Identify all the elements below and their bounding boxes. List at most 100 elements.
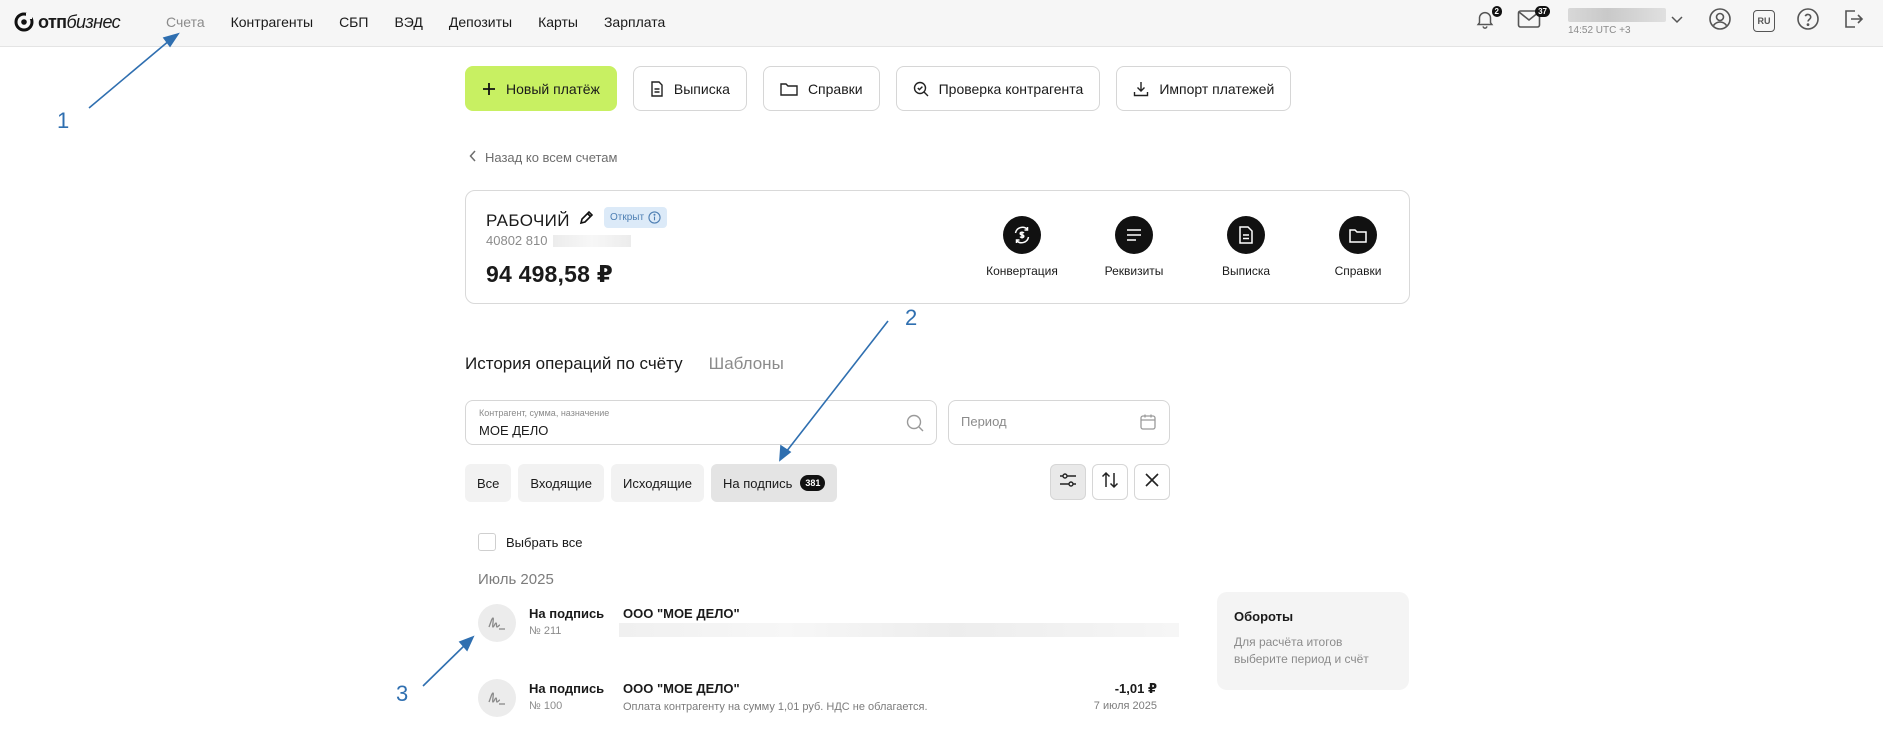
- account-name: РАБОЧИЙ: [486, 210, 570, 230]
- language-button[interactable]: RU: [1751, 8, 1777, 34]
- help-icon: [1796, 7, 1820, 36]
- account-title: РАБОЧИЙ: [486, 210, 594, 231]
- help-button[interactable]: [1795, 7, 1821, 36]
- back-to-accounts-link[interactable]: Назад ко всем счетам: [469, 150, 617, 165]
- nav-item-salary[interactable]: Зарплата: [604, 14, 665, 30]
- logo-text: отпбизнес: [38, 11, 121, 32]
- operation-purpose: Оплата контрагенту на сумму 1,01 руб. НД…: [623, 701, 928, 713]
- notifications-badge: 2: [1491, 6, 1502, 17]
- card-certificates-button[interactable]: Справки: [1302, 216, 1414, 278]
- filter-to-sign[interactable]: На подпись 381: [711, 464, 838, 502]
- nav-item-deposits[interactable]: Депозиты: [449, 14, 512, 30]
- annotation-arrow-1: [88, 39, 171, 109]
- tab-history[interactable]: История операций по счёту: [465, 354, 683, 374]
- status-label: Открыт: [610, 212, 645, 223]
- logout-button[interactable]: [1840, 8, 1866, 34]
- operation-filters: Все Входящие Исходящие На подпись 381: [465, 464, 844, 502]
- back-link-label: Назад ко всем счетам: [485, 150, 618, 165]
- new-payment-button[interactable]: Новый платёж: [465, 66, 617, 111]
- status-badge: Открыт: [604, 207, 668, 228]
- statement-label: Выписка: [673, 80, 730, 97]
- conversion-label: Конвертация: [986, 264, 1058, 278]
- operation-number: № 211: [529, 625, 562, 637]
- user-name-masked: [1568, 8, 1666, 22]
- main-navigation: Счета Контрагенты СБП ВЭД Депозиты Карты…: [166, 0, 691, 44]
- import-payments-label: Импорт платежей: [1159, 80, 1275, 97]
- select-all-label: Выбрать все: [506, 534, 583, 550]
- nav-item-counterparties[interactable]: Контрагенты: [231, 14, 313, 30]
- month-header: Июль 2025: [478, 571, 554, 588]
- certificates-button[interactable]: Справки: [762, 66, 880, 111]
- nav-item-cards[interactable]: Карты: [538, 14, 578, 30]
- filter-settings-button[interactable]: [1050, 464, 1086, 500]
- nav-item-ved[interactable]: ВЭД: [394, 14, 422, 30]
- messages-button[interactable]: 37: [1516, 6, 1550, 34]
- period-input[interactable]: [961, 414, 1131, 429]
- plus-icon: [482, 82, 496, 96]
- search-field[interactable]: Контрагент, сумма, назначение: [465, 400, 937, 445]
- operation-row[interactable]: На подпись № 211 ООО "МОЕ ДЕЛО": [478, 604, 1179, 664]
- nav-item-sbp[interactable]: СБП: [339, 14, 368, 30]
- operation-date: 7 июля 2025: [1093, 700, 1157, 712]
- check-counterparty-button[interactable]: Проверка контрагента: [895, 66, 1101, 111]
- card-statement-button[interactable]: Выписка: [1190, 216, 1302, 278]
- signature-icon: [478, 604, 516, 642]
- nav-item-accounts[interactable]: Счета: [166, 14, 205, 30]
- to-sign-count-badge: 381: [800, 475, 826, 491]
- conversion-button[interactable]: Конвертация: [966, 216, 1078, 278]
- conversion-icon: [1003, 216, 1041, 254]
- tab-templates[interactable]: Шаблоны: [709, 354, 784, 374]
- chevron-left-icon: [469, 150, 477, 165]
- sort-button[interactable]: [1092, 464, 1128, 500]
- card-certificates-label: Справки: [1334, 264, 1382, 278]
- filter-outgoing-label: Исходящие: [623, 475, 693, 491]
- otp-business-logo[interactable]: отпбизнес: [14, 11, 121, 33]
- annotation-number-3: 3: [396, 681, 409, 706]
- user-dropdown-button[interactable]: [1664, 8, 1690, 34]
- list-icon: [1115, 216, 1153, 254]
- calendar-icon[interactable]: [1139, 413, 1157, 436]
- import-payments-button[interactable]: Импорт платежей: [1116, 66, 1292, 111]
- annotation-number-2: 2: [905, 305, 918, 330]
- sort-arrows-icon: [1101, 471, 1119, 494]
- statement-button[interactable]: Выписка: [632, 66, 747, 111]
- document-icon: [1227, 216, 1265, 254]
- account-number: 40802 810: [486, 233, 632, 248]
- edit-name-button[interactable]: [578, 210, 594, 231]
- search-icon[interactable]: [906, 414, 924, 437]
- operation-details-masked: [619, 623, 1179, 637]
- notifications-button[interactable]: 2: [1472, 6, 1502, 34]
- operation-amount: -1,01 ₽: [1114, 681, 1157, 696]
- filter-outgoing[interactable]: Исходящие: [611, 464, 705, 502]
- period-field[interactable]: [948, 400, 1170, 445]
- operation-number: № 100: [529, 700, 563, 712]
- folder-icon: [1339, 216, 1377, 254]
- filter-all-label: Все: [477, 475, 500, 491]
- profile-button[interactable]: [1707, 7, 1733, 36]
- account-card: РАБОЧИЙ Открыт 40802 810 94 498,58 ₽ Кон…: [465, 190, 1410, 304]
- search-input[interactable]: [479, 423, 879, 438]
- operation-row[interactable]: На подпись № 100 ООО "МОЕ ДЕЛО" Оплата к…: [478, 679, 1178, 737]
- account-balance: 94 498,58 ₽: [486, 261, 613, 287]
- certificates-label: Справки: [807, 80, 863, 97]
- operation-status: На подпись: [529, 681, 605, 696]
- profile-icon: [1708, 7, 1732, 36]
- folder-icon: [780, 82, 798, 96]
- clear-filters-button[interactable]: [1134, 464, 1170, 500]
- turnover-title: Обороты: [1234, 609, 1294, 624]
- filter-incoming-label: Входящие: [530, 475, 593, 491]
- info-icon[interactable]: [648, 211, 661, 224]
- annotation-arrow-3: [422, 642, 468, 687]
- filter-all[interactable]: Все: [465, 464, 512, 502]
- annotation-number-1: 1: [57, 108, 70, 133]
- turnover-text: Для расчёта итогов выберите период и счё…: [1234, 635, 1369, 666]
- pencil-icon: [578, 210, 594, 231]
- filter-incoming[interactable]: Входящие: [518, 464, 605, 502]
- account-number-masked: [553, 234, 632, 247]
- document-icon: [650, 80, 664, 97]
- download-icon: [1133, 81, 1149, 97]
- select-all-checkbox[interactable]: [478, 533, 496, 551]
- turnover-panel: Обороты Для расчёта итогов выберите пери…: [1217, 592, 1409, 690]
- account-tools: Конвертация Реквизиты Выписка Справки: [966, 216, 1414, 278]
- requisites-button[interactable]: Реквизиты: [1078, 216, 1190, 278]
